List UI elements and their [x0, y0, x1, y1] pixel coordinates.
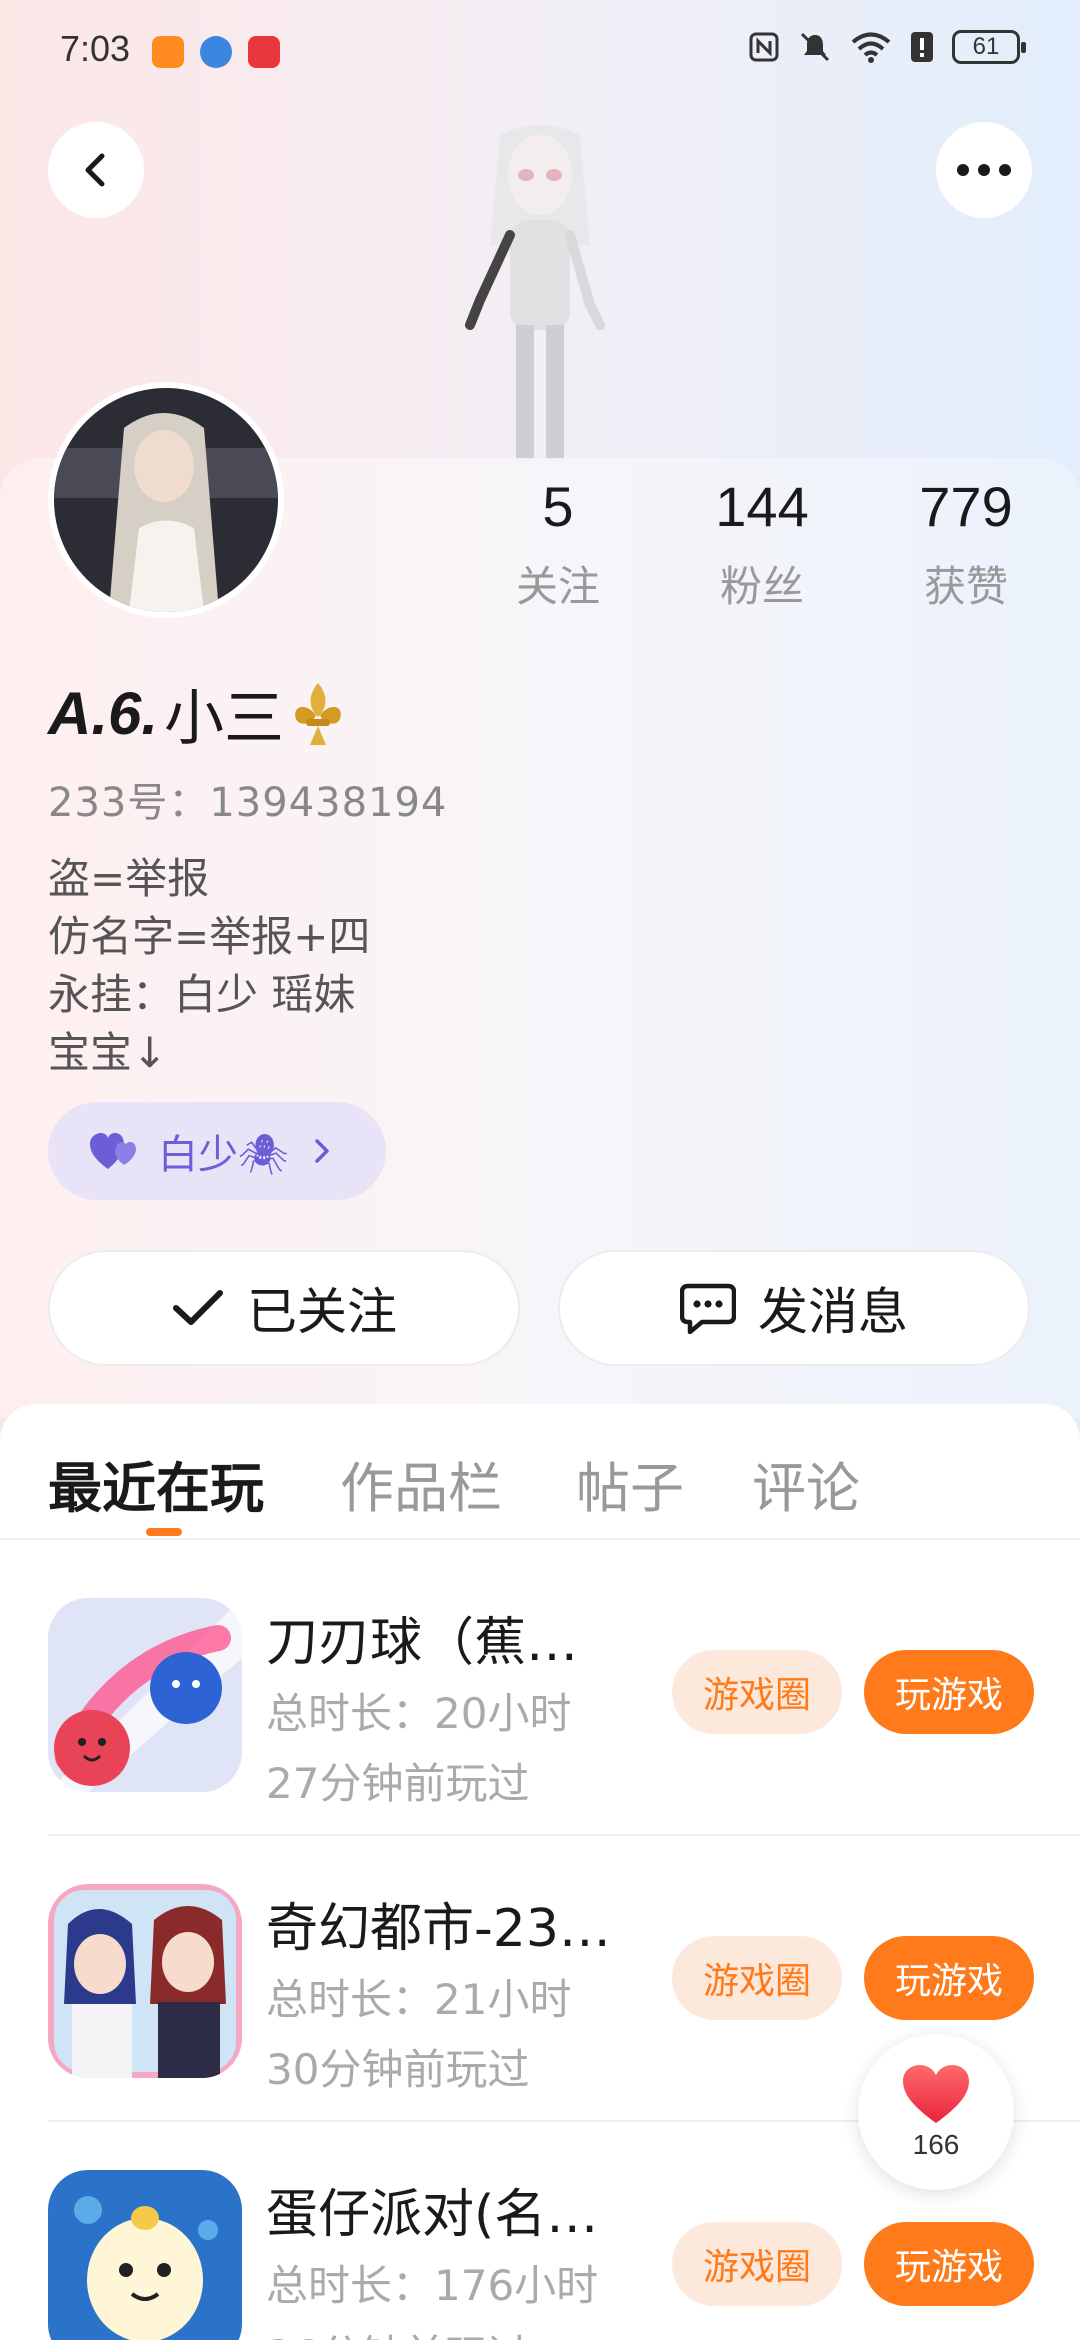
following-button[interactable]: 已关注 [48, 1250, 520, 1366]
active-tab-indicator [146, 1528, 182, 1536]
game-circle-button[interactable]: 游戏圈 [672, 2222, 842, 2306]
mute-icon [800, 32, 830, 62]
row-divider [48, 1834, 1080, 1836]
play-game-button[interactable]: 玩游戏 [864, 1936, 1034, 2020]
message-button[interactable]: 发消息 [558, 1250, 1030, 1366]
relationship-tag[interactable]: 白少🕷 [48, 1102, 386, 1200]
status-bar: 7:03 61 [0, 0, 1080, 100]
wifi-icon [851, 32, 891, 63]
avatar-photo [54, 388, 278, 612]
double-heart-icon [90, 1133, 136, 1169]
like-count: 166 [912, 2129, 960, 2160]
game-circle-button[interactable]: 游戏圈 [672, 1936, 842, 2020]
stat-followers-label: 粉丝 [719, 562, 804, 611]
play-game-button[interactable]: 玩游戏 [864, 1650, 1034, 1734]
tabs-divider [0, 1538, 1080, 1540]
status-indicators: 61 [748, 30, 1026, 64]
back-button[interactable] [48, 122, 144, 218]
bio-line: 永挂：白少 瑶妹 [48, 970, 356, 1019]
tab-bar: 最近在玩 作品栏 帖子 评论 [0, 1404, 1080, 1538]
battery-indicator: 61 [952, 30, 1026, 64]
tab-recently-played[interactable]: 最近在玩 [48, 1444, 264, 1523]
message-button-label: 发消息 [758, 1283, 908, 1341]
game-duration: 总时长：176小时 [266, 2261, 599, 2310]
game-title: 蛋仔派对(名… [266, 2185, 599, 2245]
nfc-icon [749, 32, 779, 62]
game-duration: 总时长：21小时 [266, 1975, 572, 2024]
notification-app-icon [200, 36, 232, 68]
tab-works[interactable]: 作品栏 [340, 1444, 502, 1523]
relationship-tag-label: 白少🕷 [158, 1132, 289, 1178]
notification-app-icon [152, 36, 184, 68]
bio-line: 宝宝↓ [48, 1028, 168, 1077]
game-icon-fantasy-city [48, 1884, 242, 2078]
nickname-prefix: A.6. [48, 680, 159, 747]
tab-comments[interactable]: 评论 [752, 1444, 860, 1523]
game-duration: 总时长：20小时 [266, 1689, 572, 1738]
user-id: 233号：139438194 [48, 780, 448, 826]
stat-following-value: 5 [542, 475, 574, 538]
game-title: 刀刃球（蕉… [266, 1613, 579, 1673]
notification-app-icon [248, 36, 280, 68]
user-avatar[interactable] [48, 382, 284, 618]
more-button[interactable] [936, 122, 1032, 218]
character-avatar-art [465, 125, 605, 460]
bio-line: 仿名字=举报+四 [48, 912, 371, 961]
stat-likes-value: 779 [919, 475, 1013, 538]
play-game-button[interactable]: 玩游戏 [864, 2222, 1034, 2306]
game-last-played: 36分钟前玩过 [266, 2322, 529, 2340]
game-row[interactable]: 刀刃球（蕉… 总时长：20小时 27分钟前玩过 游戏圈 玩游戏 [48, 1598, 1080, 1884]
alert-icon [911, 32, 933, 62]
game-row[interactable]: 蛋仔派对(名… 总时长：176小时 36分钟前玩过 游戏圈 玩游戏 [48, 2170, 1080, 2340]
game-circle-button[interactable]: 游戏圈 [672, 1650, 842, 1734]
tab-posts[interactable]: 帖子 [576, 1444, 684, 1523]
game-last-played: 30分钟前玩过 [266, 2045, 530, 2094]
fleur-de-lis-badge-icon [295, 682, 341, 745]
stat-likes-label: 获赞 [923, 562, 1008, 611]
checkmark-icon [173, 1290, 223, 1325]
bio: 盗=举报 仿名字=举报+四 永挂：白少 瑶妹 宝宝↓ [48, 850, 370, 1082]
like-floating-button[interactable]: 166 [858, 2034, 1014, 2190]
game-icon-blade-ball [48, 1598, 242, 1792]
game-icon-eggy-party [48, 2170, 242, 2340]
game-title: 奇幻都市-23… [266, 1899, 611, 1959]
game-last-played: 27分钟前玩过 [266, 1759, 530, 1808]
stat-followers[interactable]: 144 粉丝 [682, 474, 842, 614]
stat-following[interactable]: 5 关注 [478, 474, 638, 614]
stat-following-label: 关注 [515, 562, 600, 611]
stat-followers-value: 144 [715, 475, 809, 538]
chevron-right-icon [315, 1139, 329, 1163]
following-button-label: 已关注 [247, 1283, 397, 1341]
chevron-left-icon [85, 153, 105, 187]
more-dots-icon [957, 164, 1011, 176]
heart-icon [903, 2065, 969, 2123]
chat-bubble-icon [680, 1283, 736, 1334]
nickname: A.6. 小三 [48, 670, 346, 757]
stat-likes[interactable]: 779 获赞 [886, 474, 1046, 614]
status-time: 7:03 [60, 28, 131, 69]
bio-line: 盗=举报 [48, 854, 210, 903]
nickname-text: 小三 [164, 684, 285, 754]
